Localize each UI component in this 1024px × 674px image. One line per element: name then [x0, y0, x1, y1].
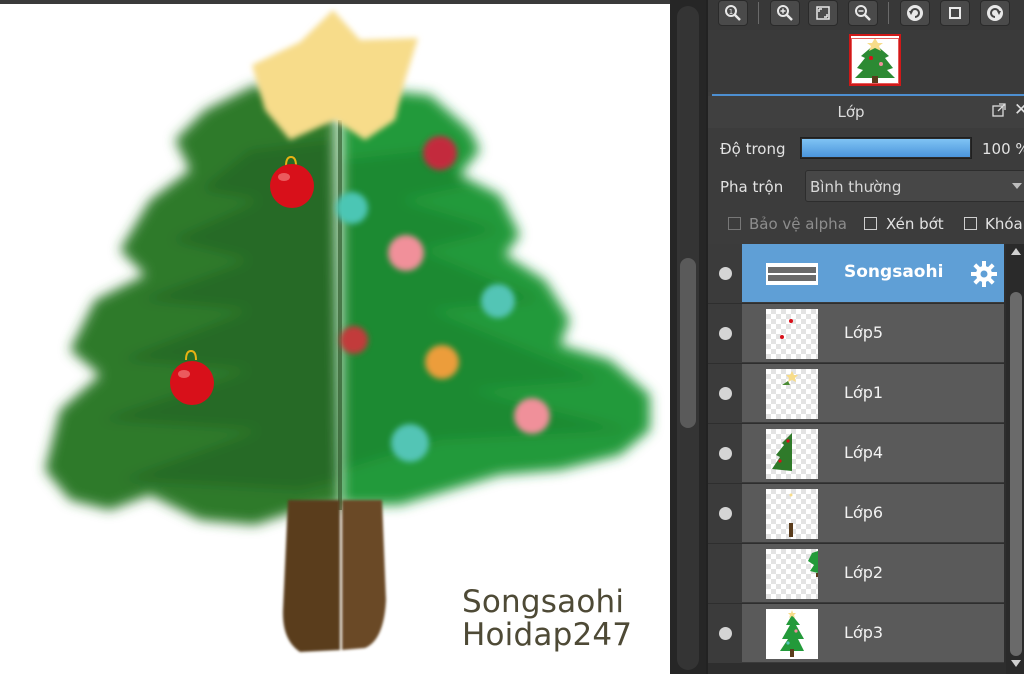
layer-thumbnail — [766, 489, 818, 539]
layer-list-scrollbar[interactable] — [1006, 244, 1024, 674]
layer-thumbnail — [766, 309, 818, 359]
eye-icon — [719, 447, 732, 460]
watermark-text: Songsaohi Hoidap247 — [462, 586, 632, 652]
scroll-down-icon[interactable] — [1011, 660, 1021, 667]
layer-name: Lớp4 — [844, 443, 884, 462]
lock-label: Khóa — [985, 215, 1023, 233]
layer-scroll-thumb[interactable] — [1010, 292, 1022, 656]
visibility-toggle[interactable] — [708, 244, 742, 303]
visibility-toggle[interactable] — [708, 364, 742, 423]
layer-row-songsaohi[interactable]: Songsaohi — [708, 244, 1004, 303]
opacity-label: Độ trong — [720, 140, 786, 158]
canvas-scroll-thumb[interactable] — [680, 258, 696, 428]
eye-icon — [719, 507, 732, 520]
eye-icon — [719, 387, 732, 400]
blend-mode-select[interactable]: Bình thường — [805, 170, 1024, 202]
opacity-slider-fill — [802, 139, 970, 157]
layer-name: Lớp3 — [844, 623, 884, 642]
visibility-toggle[interactable] — [708, 484, 742, 543]
split-line — [338, 120, 342, 510]
rotate-left-icon[interactable] — [900, 0, 930, 26]
blend-mode-label: Pha trộn — [720, 178, 784, 196]
layer-thumbnail — [766, 369, 818, 419]
layer-row-lop1[interactable]: Lớp1 — [708, 364, 1004, 423]
layer-thumbnail — [766, 429, 818, 479]
layer-list: Songsaohi Lớp5 Lớp1 Lớp4 Lớp6 Lớp2 Lớp3 — [708, 244, 1008, 674]
rotate-right-icon[interactable] — [980, 0, 1010, 26]
zoom-out-icon[interactable] — [848, 0, 878, 26]
blend-mode-value: Bình thường — [810, 178, 902, 196]
navigator-preview — [708, 30, 1024, 92]
zoom-actual-icon[interactable]: 1 — [718, 0, 748, 26]
layer-thumbnail — [766, 263, 818, 285]
layer-name: Lớp2 — [844, 563, 884, 582]
layer-row-lop3[interactable]: Lớp3 — [708, 604, 1004, 663]
right-panel: 1 Lớp ✕ Độ trong 100 Pha trộn Bình thườn… — [706, 0, 1024, 674]
visibility-toggle[interactable] — [708, 604, 742, 663]
toolbar-separator — [758, 2, 759, 24]
watermark-line1: Songsaohi — [462, 584, 625, 620]
opacity-value: 100 % — [982, 140, 1024, 158]
layer-panel-header: Lớp ✕ — [708, 96, 1024, 128]
canvas-vertical-scrollbar[interactable] — [670, 0, 706, 674]
scroll-up-icon[interactable] — [1011, 248, 1021, 255]
eye-icon — [719, 327, 732, 340]
clipping-label: Xén bớt — [886, 215, 944, 233]
tree-trunk — [282, 500, 386, 652]
fullscreen-icon[interactable] — [940, 0, 970, 26]
view-toolbar: 1 — [708, 0, 1024, 30]
layer-panel-title: Lớp — [837, 103, 865, 121]
watermark-line2: Hoidap247 — [462, 617, 633, 653]
layer-row-lop5[interactable]: Lớp5 — [708, 304, 1004, 363]
layer-thumbnail — [766, 609, 818, 659]
layer-thumbnail — [766, 549, 818, 599]
toolbar-separator — [888, 2, 889, 24]
visibility-toggle[interactable] — [708, 544, 742, 603]
navigator-viewport-frame[interactable] — [851, 38, 899, 84]
navigator-thumbnail[interactable] — [849, 34, 901, 86]
layer-name: Lớp5 — [844, 323, 884, 342]
opacity-slider[interactable] — [800, 137, 972, 159]
protect-alpha-checkbox[interactable] — [728, 217, 741, 230]
zoom-in-icon[interactable] — [770, 0, 800, 26]
eye-icon — [719, 267, 732, 280]
gear-icon[interactable] — [970, 260, 998, 288]
visibility-toggle[interactable] — [708, 304, 742, 363]
layer-row-lop4[interactable]: Lớp4 — [708, 424, 1004, 483]
layer-row-lop2[interactable]: Lớp2 — [708, 544, 1004, 603]
layer-row-lop6[interactable]: Lớp6 — [708, 484, 1004, 543]
fit-screen-icon[interactable] — [808, 0, 838, 26]
lock-checkbox[interactable] — [964, 217, 977, 230]
canvas-scroll-track[interactable] — [677, 6, 699, 670]
christmas-tree-artwork — [45, 10, 650, 652]
tree-left-half — [45, 85, 340, 525]
svg-text:1: 1 — [729, 8, 733, 16]
layer-name: Lớp6 — [844, 503, 884, 522]
close-icon[interactable]: ✕ — [1014, 100, 1024, 120]
protect-alpha-label: Bảo vệ alpha — [749, 215, 847, 233]
layer-name: Songsaohi — [844, 262, 944, 282]
visibility-toggle[interactable] — [708, 424, 742, 483]
clipping-checkbox[interactable] — [864, 217, 877, 230]
eye-icon — [719, 627, 732, 640]
popout-icon[interactable] — [992, 103, 1006, 117]
drawing-canvas[interactable]: Songsaohi Hoidap247 — [0, 0, 670, 674]
chevron-down-icon — [1012, 183, 1022, 189]
layer-name: Lớp1 — [844, 383, 884, 402]
